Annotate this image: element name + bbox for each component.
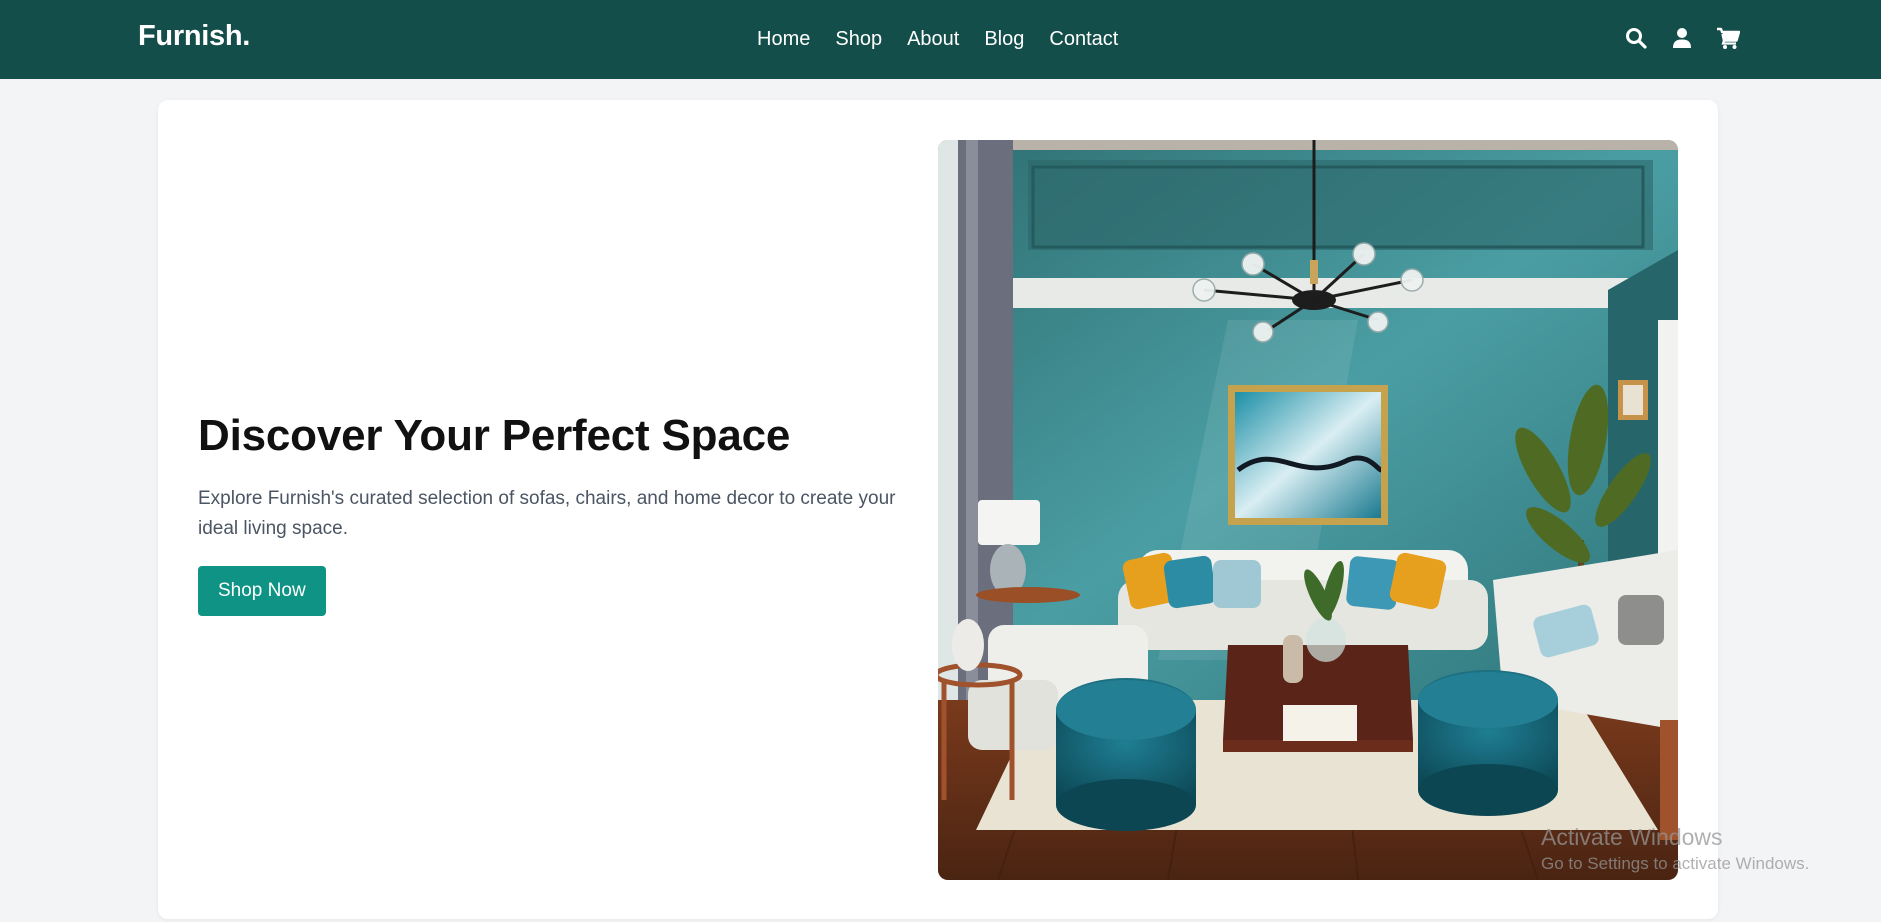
nav-link-shop[interactable]: Shop bbox=[835, 26, 882, 52]
watermark-subtitle: Go to Settings to activate Windows. bbox=[1541, 854, 1810, 873]
user-icon[interactable] bbox=[1670, 26, 1694, 50]
activate-windows-watermark: Activate Windows Go to Settings to activ… bbox=[1541, 822, 1809, 876]
top-navbar: Furnish. Home Shop About Blog Contact bbox=[0, 0, 1881, 79]
watermark-title: Activate Windows bbox=[1541, 824, 1723, 850]
nav-link-blog[interactable]: Blog bbox=[984, 26, 1024, 52]
hero-section: Discover Your Perfect Space Explore Furn… bbox=[158, 100, 1718, 919]
search-icon[interactable] bbox=[1624, 26, 1648, 50]
nav-link-about[interactable]: About bbox=[907, 26, 959, 52]
nav-icon-group bbox=[1624, 26, 1740, 50]
cart-icon[interactable] bbox=[1716, 26, 1740, 50]
main-nav: Home Shop About Blog Contact bbox=[757, 26, 1143, 52]
shop-now-button[interactable]: Shop Now bbox=[198, 566, 326, 616]
brand-logo[interactable]: Furnish. bbox=[138, 20, 250, 53]
hero-text-block: Discover Your Perfect Space Explore Furn… bbox=[198, 410, 938, 616]
nav-link-home[interactable]: Home bbox=[757, 26, 810, 52]
living-room-illustration bbox=[938, 140, 1678, 880]
nav-link-contact[interactable]: Contact bbox=[1049, 26, 1118, 52]
hero-title: Discover Your Perfect Space bbox=[198, 411, 791, 460]
hero-living-room-image bbox=[938, 140, 1678, 880]
hero-description: Explore Furnish's curated selection of s… bbox=[198, 488, 896, 539]
